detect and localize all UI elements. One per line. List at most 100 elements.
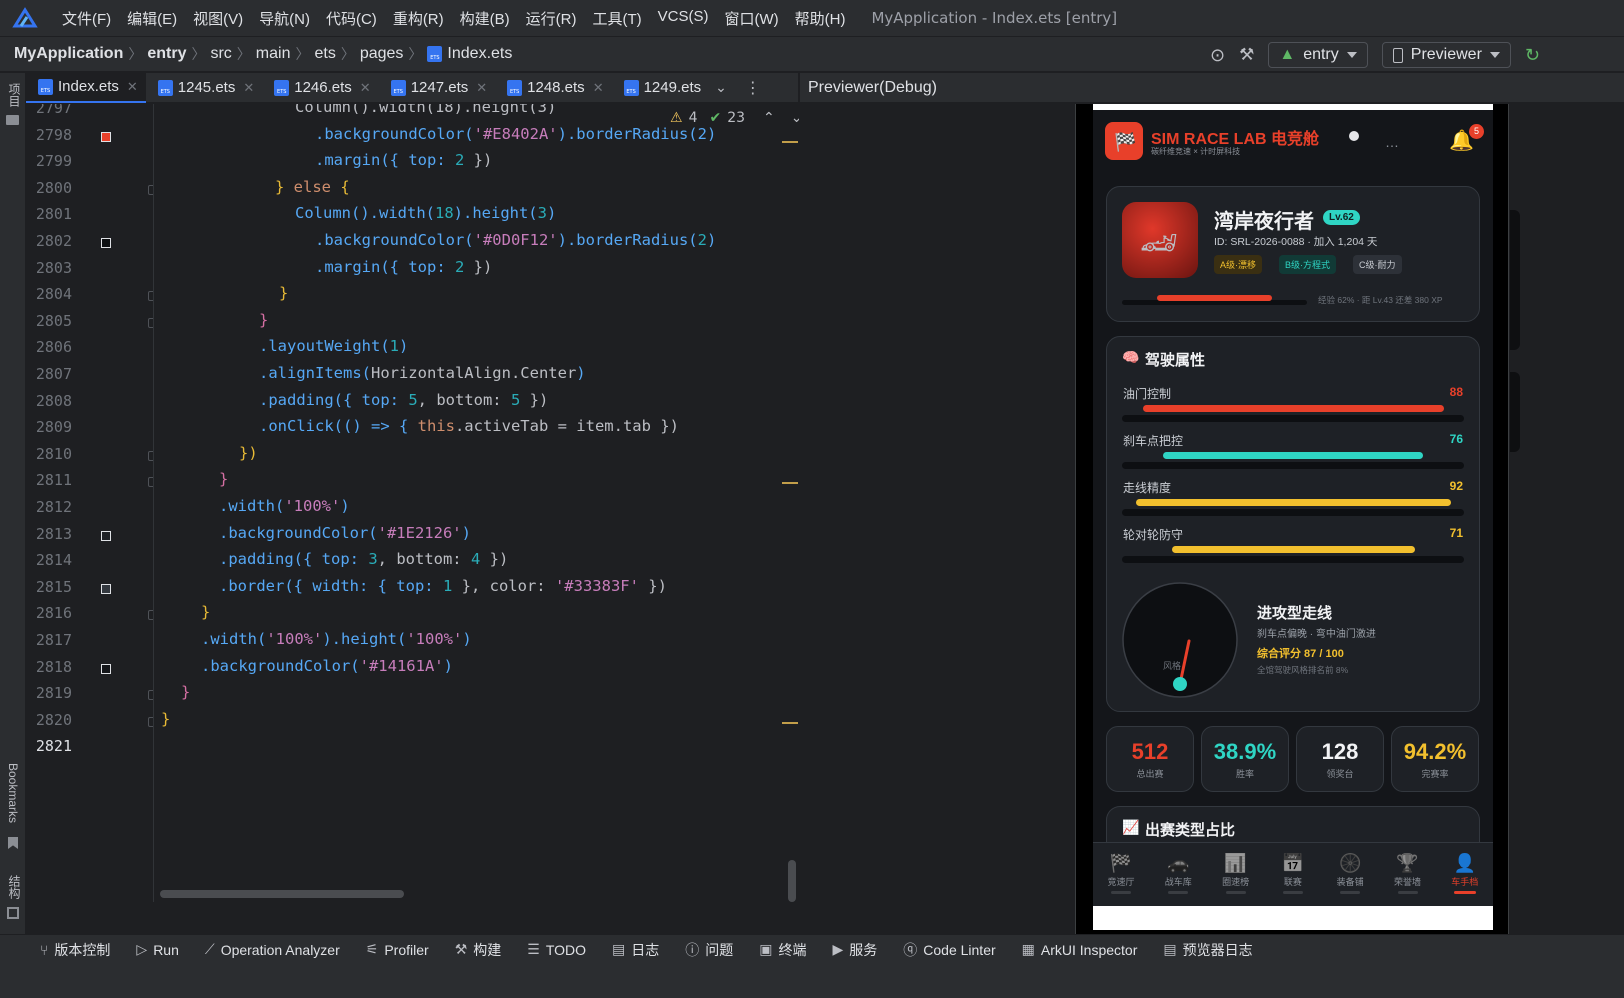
project-tool-button[interactable]: 项目 — [6, 83, 23, 107]
breadcrumb-ets[interactable]: ets — [314, 45, 335, 63]
tool-window-button[interactable]: ☰ TODO — [527, 941, 586, 958]
tool-window-button[interactable]: ⓘ 问题 — [685, 940, 733, 960]
tool-label: TODO — [545, 941, 587, 958]
color-swatch[interactable] — [101, 530, 111, 541]
stat-card[interactable]: 38.9% 胜率 — [1201, 726, 1289, 792]
breadcrumb-project[interactable]: MyApplication — [14, 45, 123, 63]
vertical-scrollbar[interactable] — [788, 860, 796, 902]
close-icon[interactable]: ✕ — [476, 80, 487, 96]
brain-icon: 🧠 — [1122, 349, 1140, 365]
horizontal-scrollbar[interactable] — [160, 890, 404, 898]
sync-icon[interactable]: ↻ — [1525, 45, 1540, 66]
chevron-down-icon[interactable]: ⌄ — [715, 80, 727, 96]
stat-card[interactable]: 512 总出赛 — [1106, 726, 1194, 792]
tool-window-button[interactable]: ▶ 服务 — [832, 940, 877, 960]
nav-item[interactable]: 🛞 装备铺 — [1325, 851, 1375, 894]
close-icon[interactable]: ✕ — [593, 80, 604, 96]
menu-item[interactable]: 文件(F) — [62, 8, 111, 29]
menu-item[interactable]: 导航(N) — [259, 8, 310, 29]
fold-marker[interactable] — [148, 317, 153, 328]
nav-item[interactable]: 📅 联赛 — [1268, 851, 1318, 894]
stat-card[interactable]: 128 领奖台 — [1296, 726, 1384, 792]
code-line: .width('100%') — [219, 497, 350, 515]
tool-window-button[interactable]: ⓠ Code Linter — [903, 940, 995, 960]
fold-marker[interactable] — [148, 716, 153, 727]
fold-marker[interactable] — [148, 291, 153, 302]
menu-item[interactable]: 重构(R) — [393, 8, 444, 29]
color-swatch[interactable] — [101, 583, 111, 594]
menu-item[interactable]: 窗口(W) — [724, 8, 778, 29]
device-selector[interactable]: Previewer — [1381, 42, 1511, 68]
color-swatch[interactable] — [101, 238, 111, 248]
tool-window-button[interactable]: ▤ 预览器日志 — [1163, 940, 1252, 960]
breadcrumb-file[interactable]: Index.ets — [447, 45, 512, 63]
menu-item[interactable]: 编辑(E) — [127, 8, 177, 29]
tool-window-button[interactable]: ⚟ Profiler — [366, 941, 429, 958]
breadcrumb-main[interactable]: main — [256, 45, 291, 63]
tool-window-button[interactable]: ▣ 终端 — [759, 940, 806, 960]
more-vertical-icon[interactable]: ⋮ — [745, 78, 761, 97]
code-token: '100%' — [406, 630, 463, 648]
color-swatch[interactable] — [101, 663, 111, 674]
avatar[interactable]: 🏎 — [1122, 202, 1198, 278]
fold-marker[interactable] — [148, 477, 153, 488]
structure-tool-button[interactable]: 结构 — [6, 875, 23, 899]
locate-icon[interactable]: ⊙ — [1210, 45, 1225, 66]
menu-item[interactable]: 运行(R) — [526, 8, 577, 29]
stat-card[interactable]: 94.2% 完赛率 — [1391, 726, 1479, 792]
inspection-widget[interactable]: ⚠ 4 ✔ 23 ⌃ ⌄ — [670, 110, 803, 126]
menu-item[interactable]: 视图(V) — [193, 8, 243, 29]
editor-tab[interactable]: 1247.ets ✕ — [379, 73, 495, 103]
editor-tab[interactable]: 1249.ets — [612, 73, 710, 103]
chevron-up-icon[interactable]: ⌃ — [763, 110, 775, 126]
editor-tab[interactable]: Index.ets ✕ — [26, 72, 146, 103]
stat-label: 胜率 — [1235, 769, 1254, 779]
code-token: 4 — [470, 550, 481, 569]
nav-item[interactable]: 📊 圈速榜 — [1211, 851, 1261, 894]
code-editor[interactable]: Column().width(18).height(3) .backgroundC… — [155, 104, 798, 902]
license-badge-a: A级·漂移 — [1214, 255, 1263, 274]
nav-icon: 🛞 — [1338, 853, 1362, 873]
breadcrumb-pages[interactable]: pages — [360, 45, 404, 63]
tool-window-button[interactable]: ▷ Run — [136, 941, 178, 958]
fold-marker[interactable] — [148, 690, 153, 701]
line-number: 2809 — [35, 418, 72, 437]
tool-window-button[interactable]: ⟋ Operation Analyzer — [205, 941, 340, 958]
editor-tab[interactable]: 1248.ets ✕ — [495, 73, 611, 103]
warning-icon: ⚠ — [670, 110, 683, 126]
nav-item[interactable]: 🏆 荣誉墙 — [1383, 851, 1433, 894]
tool-label: 构建 — [473, 941, 502, 958]
bookmarks-tool-button[interactable]: Bookmarks — [6, 763, 20, 823]
tool-window-button[interactable]: ▤ 日志 — [612, 940, 659, 960]
close-icon[interactable]: ✕ — [127, 79, 138, 95]
nav-item[interactable]: 🏁 竞速厅 — [1096, 851, 1146, 894]
menu-item[interactable]: 工具(T) — [592, 8, 641, 29]
fold-marker[interactable] — [148, 610, 153, 621]
editor-tab[interactable]: 1246.ets ✕ — [262, 73, 378, 103]
code-token: }) — [239, 443, 258, 462]
close-icon[interactable]: ✕ — [243, 80, 254, 96]
more-icon[interactable]: … — [1385, 134, 1399, 150]
module-selector[interactable]: ▲ entry — [1268, 42, 1368, 68]
color-swatch[interactable] — [101, 131, 111, 142]
breadcrumb-src[interactable]: src — [210, 45, 231, 63]
nav-underline — [1397, 891, 1418, 894]
notification-badge: 5 — [1469, 124, 1484, 139]
menu-item[interactable]: 帮助(H) — [795, 8, 846, 29]
fold-marker[interactable] — [148, 184, 153, 195]
nav-item[interactable]: 👤 车手档 — [1440, 851, 1490, 894]
tool-window-button[interactable]: ▦ ArkUI Inspector — [1022, 941, 1138, 958]
hammer-icon[interactable]: ⚒ — [1239, 45, 1254, 65]
breadcrumb-module[interactable]: entry — [147, 45, 186, 63]
nav-item[interactable]: 🚗 战车库 — [1153, 851, 1203, 894]
menu-item[interactable]: VCS(S) — [658, 8, 709, 29]
stat-value: 38.9% — [1213, 739, 1277, 764]
close-icon[interactable]: ✕ — [360, 80, 371, 96]
fold-marker[interactable] — [148, 450, 153, 461]
license-badge-b: B级·方程式 — [1279, 255, 1337, 274]
tool-window-button[interactable]: ⑂ 版本控制 — [40, 940, 110, 960]
editor-tab[interactable]: 1245.ets ✕ — [146, 73, 262, 103]
tool-window-button[interactable]: ⚒ 构建 — [455, 940, 502, 960]
menu-item[interactable]: 构建(B) — [460, 8, 510, 29]
menu-item[interactable]: 代码(C) — [326, 8, 377, 29]
